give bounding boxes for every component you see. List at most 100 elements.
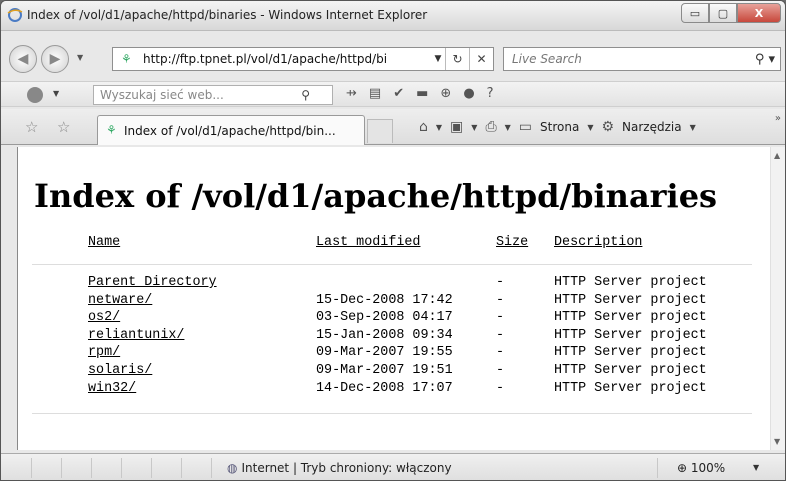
live-search-box[interactable]: Live Search ⚲ ▾ — [503, 47, 781, 71]
tab-active[interactable]: ⚘ Index of /vol/d1/apache/httpd/bin... — [97, 115, 365, 145]
toggle-icon[interactable]: ▬ — [416, 86, 428, 101]
maximize-icon: ▢ — [717, 6, 729, 20]
security-zone-label: Internet | Tryb chroniony: włączony — [241, 461, 452, 475]
description-cell: HTTP Server project — [554, 275, 707, 290]
close-button[interactable]: X — [737, 3, 781, 23]
print-icon[interactable]: ⎙ — [485, 119, 496, 135]
new-tab-button[interactable] — [367, 119, 393, 143]
page-dropdown-icon[interactable]: ▼ — [587, 123, 593, 132]
bookmark-icon[interactable]: ✔ — [393, 86, 404, 101]
modified-cell: 14-Dec-2008 17:07 — [316, 380, 453, 396]
folder-link[interactable]: os2/ — [88, 310, 120, 325]
size-cell: - — [496, 275, 505, 290]
refresh-button[interactable]: ↻ — [445, 48, 469, 70]
home-dropdown-icon[interactable]: ▼ — [436, 123, 442, 132]
refresh-icon: ↻ — [452, 52, 463, 66]
tools-dropdown-icon[interactable]: ▼ — [690, 123, 696, 132]
address-bar[interactable]: ⚘ http://ftp.tpnet.pl/vol/d1/apache/http… — [112, 47, 494, 71]
scroll-down-icon[interactable]: ▼ — [774, 437, 780, 446]
toolbar-search-placeholder[interactable]: Wyszukaj sieć web... — [100, 88, 224, 102]
parent-directory-link[interactable]: Parent Directory — [88, 275, 217, 290]
scroll-up-icon[interactable]: ▲ — [774, 151, 780, 160]
zoom-level-button[interactable]: ⊕ 100% — [677, 461, 725, 475]
status-segment — [61, 458, 62, 478]
globe-icon: ◍ — [227, 461, 238, 475]
footer-divider — [32, 413, 752, 414]
vertical-scrollbar[interactable]: ▲ ▼ — [770, 147, 785, 450]
modified-cell: 09-Mar-2007 19:51 — [316, 362, 453, 378]
page-icon: ⚘ — [121, 52, 132, 66]
feeds-icon[interactable]: ▣ — [450, 119, 463, 135]
favorites-star-icon[interactable]: ☆ — [25, 118, 38, 136]
folder-link[interactable]: solaris/ — [88, 363, 152, 378]
help-icon[interactable]: ? — [487, 86, 494, 101]
zoom-plus-icon[interactable]: ⊕ — [440, 86, 451, 101]
modified-cell: 09-Mar-2007 19:55 — [316, 345, 453, 361]
toolbar-search-icon[interactable]: ⚲ — [301, 88, 310, 102]
tools-gear-icon: ⚙ — [601, 119, 615, 135]
page-menu-button[interactable]: Strona — [540, 120, 579, 134]
home-icon[interactable]: ⌂ — [419, 119, 428, 135]
modified-cell: 15-Dec-2008 17:42 — [316, 292, 453, 308]
status-segment — [657, 458, 658, 478]
stop-button[interactable]: ✕ — [469, 48, 493, 70]
toolbar-search-input[interactable]: Wyszukaj sieć web... ⚲ — [93, 85, 333, 105]
sort-by-name-link[interactable]: Name — [88, 235, 120, 250]
status-segment — [151, 458, 152, 478]
add-favorites-icon[interactable]: ☆ — [57, 118, 70, 136]
navigation-bar: ◀ ▶ ▼ ⚘ http://ftp.tpnet.pl/vol/d1/apach… — [1, 39, 785, 79]
maximize-button[interactable]: ▢ — [709, 3, 737, 23]
modified-cell: 15-Jan-2008 09:34 — [316, 327, 453, 343]
address-url[interactable]: http://ftp.tpnet.pl/vol/d1/apache/httpd/… — [143, 52, 431, 66]
highlight-icon[interactable]: ⇸ — [346, 86, 357, 101]
forward-button[interactable]: ▶ — [41, 45, 69, 73]
size-cell: - — [496, 310, 505, 326]
folder-link[interactable]: rpm/ — [88, 345, 120, 360]
zoom-dropdown-icon[interactable]: ▼ — [753, 463, 759, 472]
news-icon[interactable]: ▤ — [369, 86, 381, 101]
page-menu-icon: ▭ — [518, 119, 533, 135]
sort-by-modified-link[interactable]: Last modified — [316, 235, 420, 250]
page-content: Index of /vol/d1/apache/httpd/binaries N… — [17, 147, 785, 450]
tools-menu-button[interactable]: Narzędzia — [622, 120, 682, 134]
status-segment — [181, 458, 182, 478]
chevron-more-icon[interactable]: » — [775, 113, 781, 124]
status-segment — [31, 458, 32, 478]
sort-by-size-link[interactable]: Size — [496, 235, 528, 250]
command-bar: ⌂ ▼ ▣ ▼ ⎙ ▼ ▭ Strona ▼ ⚙ Narzędzia ▼ — [419, 119, 696, 135]
history-dropdown-icon[interactable]: ▼ — [77, 53, 83, 62]
toolbar-menu-dropdown-icon[interactable]: ▼ — [53, 89, 59, 98]
folder-link[interactable]: reliantunix/ — [88, 328, 184, 343]
print-dropdown-icon[interactable]: ▼ — [505, 123, 511, 132]
search-icon[interactable]: ⚲ ▾ — [750, 52, 780, 67]
search-toolbar: ▼ Wyszukaj sieć web... ⚲ ⇸ ▤ ✔ ▬ ⊕ ● ? — [1, 81, 785, 107]
forward-arrow-icon: ▶ — [49, 51, 61, 67]
description-cell: HTTP Server project — [554, 362, 707, 378]
minimize-icon: ▭ — [689, 6, 701, 20]
stop-icon: ✕ — [476, 52, 487, 66]
status-segment — [91, 458, 92, 478]
live-search-placeholder[interactable]: Live Search — [512, 52, 750, 66]
modified-cell: 03-Sep-2008 04:17 — [316, 310, 453, 326]
minimize-button[interactable]: ▭ — [681, 3, 709, 23]
size-cell: - — [496, 327, 505, 343]
size-cell: - — [496, 345, 505, 361]
address-dropdown-icon[interactable]: ▼ — [431, 54, 445, 64]
tab-bar: ☆ ☆ ⚘ Index of /vol/d1/apache/httpd/bin.… — [1, 109, 785, 145]
close-icon: X — [754, 6, 764, 20]
status-segment — [211, 458, 212, 478]
security-zone[interactable]: ◍ Internet | Tryb chroniony: włączony — [227, 461, 452, 475]
size-cell: - — [496, 362, 505, 378]
description-cell: HTTP Server project — [554, 345, 707, 361]
back-button[interactable]: ◀ — [9, 45, 37, 73]
folder-link[interactable]: win32/ — [88, 381, 136, 396]
page-title: Index of /vol/d1/apache/httpd/binaries — [34, 177, 718, 215]
title-bar: Index of /vol/d1/apache/httpd/binaries -… — [1, 1, 785, 31]
sort-by-description-link[interactable]: Description — [554, 235, 642, 250]
toolbar-logo-icon[interactable] — [27, 87, 43, 103]
header-divider — [32, 264, 752, 265]
feeds-dropdown-icon[interactable]: ▼ — [471, 123, 477, 132]
folder-link[interactable]: netware/ — [88, 293, 152, 308]
tab-label: Index of /vol/d1/apache/httpd/bin... — [124, 124, 336, 138]
add-icon[interactable]: ● — [463, 86, 474, 101]
